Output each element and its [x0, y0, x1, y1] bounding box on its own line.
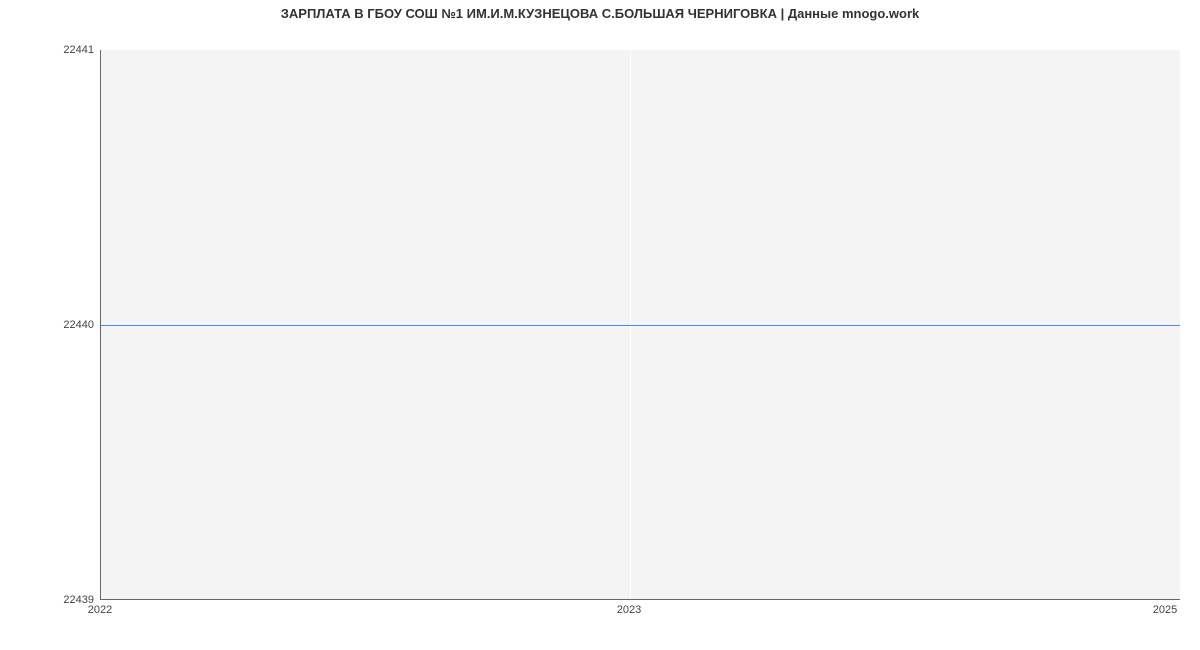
chart-title: ЗАРПЛАТА В ГБОУ СОШ №1 ИМ.И.М.КУЗНЕЦОВА … [0, 6, 1200, 21]
plot-area [100, 50, 1180, 600]
x-tick-2025: 2025 [1153, 604, 1177, 616]
data-line [101, 325, 1180, 326]
y-tick-22440: 22440 [63, 319, 94, 331]
y-tick-22441: 22441 [63, 44, 94, 56]
x-tick-2023: 2023 [617, 604, 641, 616]
x-tick-2022: 2022 [88, 604, 112, 616]
